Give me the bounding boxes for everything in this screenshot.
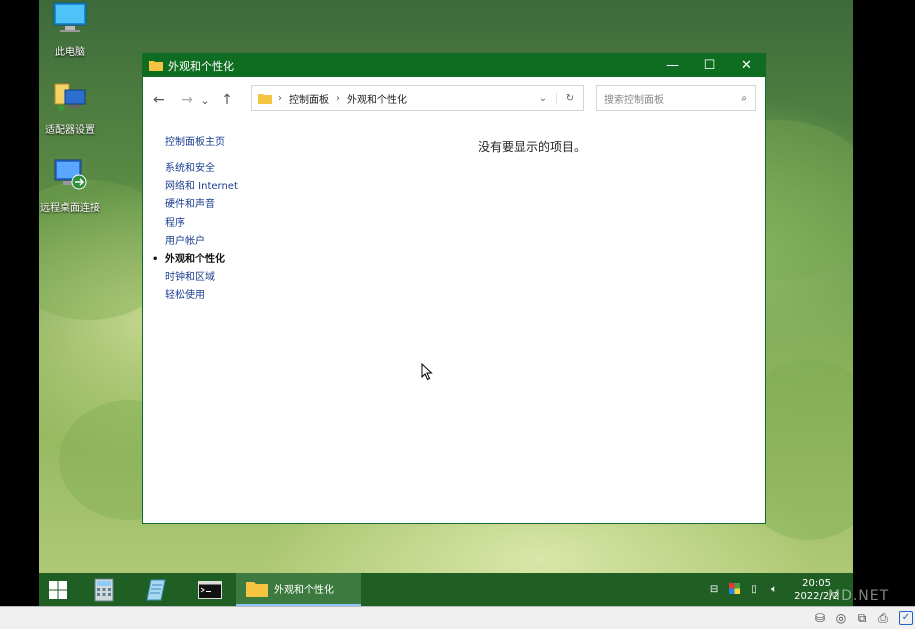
search-placeholder: 搜索控制面板 bbox=[604, 94, 664, 106]
sidebar-item-user-accounts[interactable]: 用户帐户 bbox=[165, 233, 238, 251]
taskbar-window-label: 外观和个性化 bbox=[274, 585, 334, 596]
folder-icon bbox=[246, 581, 268, 597]
breadcrumb-separator: › bbox=[278, 92, 282, 104]
usb-icon[interactable]: ▯ bbox=[746, 584, 762, 595]
watermark: MD.NET bbox=[828, 588, 890, 604]
breadcrumb-control-panel[interactable]: 控制面板 bbox=[289, 91, 329, 106]
search-icon: ⌕ bbox=[741, 92, 747, 104]
close-button[interactable]: ✕ bbox=[728, 54, 765, 77]
network-adapter-status-icon[interactable]: ⧉ bbox=[854, 611, 870, 625]
taskbar-notepad-button[interactable] bbox=[130, 573, 183, 606]
color-swatch-icon bbox=[728, 582, 740, 594]
folder-icon bbox=[258, 93, 272, 104]
terminal-icon bbox=[197, 580, 222, 599]
empty-message: 没有要显示的项目。 bbox=[478, 140, 587, 154]
sidebar-item-ease-of-access[interactable]: 轻松使用 bbox=[165, 287, 238, 305]
arrow-right-icon: → bbox=[181, 92, 193, 108]
up-button[interactable]: ↑ bbox=[216, 89, 238, 111]
sidebar-item-clock-region[interactable]: 时钟和区域 bbox=[165, 269, 238, 287]
sidebar: 控制面板主页 系统和安全 网络和 Internet 硬件和声音 程序 用户帐户 … bbox=[152, 133, 238, 306]
sidebar-home-link[interactable]: 控制面板主页 bbox=[165, 133, 238, 148]
computer-icon bbox=[53, 2, 87, 32]
remote-desktop-icon bbox=[54, 159, 87, 190]
start-button[interactable] bbox=[39, 573, 77, 606]
title-bar[interactable]: 外观和个性化 — ☐ ✕ bbox=[143, 54, 765, 77]
windows-logo-icon bbox=[49, 580, 67, 599]
address-actions: ⌄ ↻ bbox=[530, 92, 583, 104]
chevron-down-icon: ⌄ bbox=[200, 93, 210, 107]
host-status-bar: ⛁ ◎ ⧉ ⎙ ✓ bbox=[0, 606, 915, 629]
desktop-icon-label: 适配器设置 bbox=[45, 125, 95, 136]
sidebar-item-programs[interactable]: 程序 bbox=[165, 215, 238, 233]
network-icon[interactable]: ⊟ bbox=[706, 584, 722, 595]
minimize-button[interactable]: — bbox=[654, 54, 691, 77]
address-dropdown-button[interactable]: ⌄ bbox=[530, 93, 556, 104]
control-panel-window: 外观和个性化 — ☐ ✕ ← → ⌄ ↑ › 控制面板 › 外观和个性化 ⌄ ↻ bbox=[142, 53, 766, 524]
breadcrumb-separator: › bbox=[336, 92, 340, 104]
desktop-icon-this-pc[interactable]: 此电脑 bbox=[35, 2, 105, 58]
window-title: 外观和个性化 bbox=[168, 59, 234, 73]
refresh-button[interactable]: ↻ bbox=[556, 92, 583, 104]
taskbar-cmd-button[interactable] bbox=[183, 573, 236, 606]
folder-icon bbox=[149, 61, 163, 71]
desktop-icon-adapter[interactable]: 适配器设置 bbox=[35, 80, 105, 136]
taskbar-calculator-button[interactable] bbox=[77, 573, 130, 606]
desktop-icon-label: 此电脑 bbox=[55, 47, 85, 58]
search-input[interactable]: 搜索控制面板 ⌕ bbox=[596, 85, 756, 111]
color-icon[interactable] bbox=[726, 582, 742, 597]
printer-icon[interactable]: ⎙ bbox=[875, 611, 891, 625]
hard-disk-icon[interactable]: ⛁ bbox=[812, 611, 828, 625]
volume-icon[interactable]: 🔈︎ bbox=[766, 584, 782, 595]
calculator-icon bbox=[94, 578, 113, 601]
desktop-icon-label: 远程桌面连接 bbox=[40, 203, 100, 214]
back-button[interactable]: ← bbox=[148, 89, 170, 111]
recent-locations-button[interactable]: ⌄ bbox=[198, 89, 212, 111]
network-adapter-icon bbox=[54, 83, 86, 111]
close-icon: ✕ bbox=[741, 58, 752, 73]
navigation-bar: ← → ⌄ ↑ › 控制面板 › 外观和个性化 ⌄ ↻ 搜索控制面板 ⌕ bbox=[143, 77, 765, 123]
status-check-icon[interactable]: ✓ bbox=[899, 611, 913, 625]
taskbar: 外观和个性化 ⊟ ▯ 🔈︎ 20:05 2022/2/2 bbox=[39, 573, 853, 606]
breadcrumb-appearance[interactable]: 外观和个性化 bbox=[347, 91, 407, 106]
notepad-icon bbox=[145, 579, 166, 600]
minimize-icon: — bbox=[666, 58, 679, 73]
desktop-icon-remote-desktop[interactable]: 远程桌面连接 bbox=[35, 158, 105, 214]
address-bar[interactable]: › 控制面板 › 外观和个性化 ⌄ ↻ bbox=[251, 85, 584, 111]
sidebar-item-hardware-sound[interactable]: 硬件和声音 bbox=[165, 196, 238, 214]
forward-button[interactable]: → bbox=[176, 89, 198, 111]
optical-drive-icon[interactable]: ◎ bbox=[833, 611, 849, 625]
maximize-icon: ☐ bbox=[703, 58, 716, 73]
vm-display: 此电脑 适配器设置 远程桌面连接 外观和个性化 — ☐ ✕ ← → ⌄ ↑ › … bbox=[0, 0, 915, 606]
sidebar-item-system-security[interactable]: 系统和安全 bbox=[165, 160, 238, 178]
maximize-button[interactable]: ☐ bbox=[691, 54, 728, 77]
taskbar-active-window-button[interactable]: 外观和个性化 bbox=[236, 573, 361, 606]
arrow-left-icon: ← bbox=[153, 92, 165, 108]
sidebar-item-appearance[interactable]: 外观和个性化 bbox=[152, 251, 238, 269]
sidebar-item-network[interactable]: 网络和 Internet bbox=[165, 178, 238, 196]
arrow-up-icon: ↑ bbox=[221, 92, 233, 108]
mouse-cursor-icon bbox=[421, 363, 433, 381]
